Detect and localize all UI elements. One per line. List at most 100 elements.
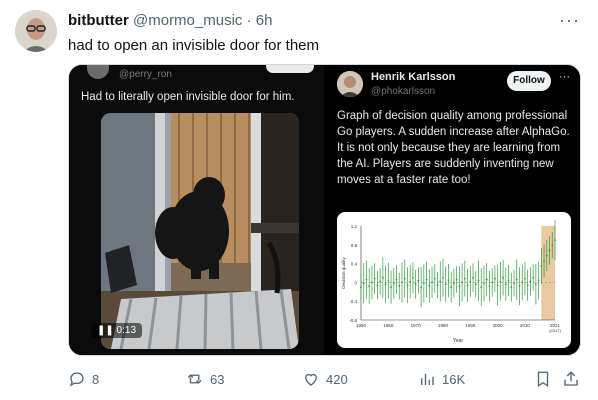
data-point [507,279,510,282]
data-point [414,283,417,286]
quoted-tweet-left[interactable]: @perry_ron Had to literally open invisib… [69,65,324,355]
highlight-band [541,226,555,320]
reply-icon [69,372,84,387]
follow-button[interactable]: Follow [507,71,551,91]
data-point [384,283,387,286]
more-icon[interactable]: ··· [559,10,580,31]
data-point [515,278,518,281]
data-point [466,284,469,287]
data-point [417,279,420,282]
video-player[interactable] [101,113,299,349]
bookmark-button[interactable] [534,370,552,388]
data-point [455,278,458,281]
tweet-header: bitbutter @mormo_music · 6h [68,12,272,29]
y-tick-label: -0.4 [349,299,357,304]
quoted-handle: @perry_ron [119,69,172,80]
data-point [463,277,466,280]
reply-button[interactable]: 8 [68,370,99,388]
author-handle[interactable]: @mormo_music [133,12,242,29]
data-point [398,285,401,288]
y-tick-label: 0.4 [351,262,358,267]
data-point [543,259,545,262]
data-point [521,281,524,284]
data-point [368,285,371,288]
views-button[interactable]: 16K [418,370,465,388]
separator: · [246,12,252,29]
data-point [453,282,455,285]
data-point [420,286,423,288]
data-point [436,284,439,287]
quoted-text: Graph of decision quality among professi… [337,110,570,186]
data-point [474,283,477,286]
data-point [362,282,365,285]
quoted-avatar [87,65,109,79]
data-point [483,282,485,285]
avatar[interactable] [15,10,57,52]
data-point [529,280,532,283]
more-icon[interactable]: ··· [559,71,570,83]
quoted-author-name[interactable]: Henrik Karlsson [371,71,455,83]
chart-image[interactable]: 1.2 0.8 0.4 0 -0.4 -0.8 1950 1960 1970 1980 1990 20… [337,212,571,348]
bookmark-icon [537,371,549,388]
data-point [428,285,431,288]
data-point [401,281,403,284]
data-point [412,276,414,279]
data-point [526,284,529,287]
decision-quality-chart: 1.20.80.40-0.4-0.81950 1960 1970 1980 1990 20… [341,219,561,344]
data-point [548,249,551,252]
data-point [491,281,494,284]
quoted-tweet-right[interactable]: Henrik Karlsson @phokarlsson Follow ··· … [327,65,580,355]
data-point [387,279,390,282]
repost-icon [187,374,202,384]
data-point [502,276,504,279]
like-button[interactable]: 420 [302,370,348,388]
quoted-author-handle[interactable]: @phokarlsson [371,86,435,97]
data-point [381,276,384,279]
x-tick-label: 1960 [383,323,394,328]
data-point [433,277,436,280]
data-point [395,278,398,281]
media-card[interactable]: @perry_ron Had to literally open invisib… [68,64,581,356]
views-icon [421,373,434,385]
data-point [469,280,472,283]
data-point [409,280,412,283]
x-tick-label: 1990 [465,323,476,328]
x-tick-label: 1950 [356,323,367,328]
data-point [499,280,502,283]
data-point [480,286,483,288]
data-point [431,281,433,284]
data-point [403,277,406,280]
tweet-text: had to open an invisible door for them [68,37,319,54]
data-point [444,283,447,286]
data-point [488,285,491,288]
view-count: 16K [442,371,466,387]
x-tick-label: 1970 [411,323,422,328]
share-button[interactable] [562,370,580,388]
video-timestamp[interactable]: ❚❚ 0:13 [91,323,143,338]
quoted-caption: Had to literally open invisible door for… [81,91,295,103]
data-point [439,280,442,283]
data-point [477,279,480,282]
data-point [554,239,556,241]
data-point [390,286,392,288]
data-point [447,279,450,282]
y-tick-label: 1.2 [351,224,358,229]
data-point [379,280,382,283]
author-name[interactable]: bitbutter [68,12,129,29]
data-point [373,277,376,280]
x-tick-extra: (2017) [549,328,561,333]
quoted-avatar[interactable] [337,71,363,97]
timestamp[interactable]: 6h [256,12,273,29]
y-tick-label: 0.8 [351,243,358,248]
data-point [534,283,537,286]
like-count: 420 [326,371,348,387]
video-time: 0:13 [116,325,137,336]
data-point [545,254,548,257]
repost-button[interactable]: 63 [186,370,224,388]
data-point [450,286,453,288]
data-point [504,283,507,286]
data-point [532,276,535,279]
x-tick-label: 2000 [493,323,504,328]
reply-count: 8 [92,371,100,387]
pause-icon[interactable]: ❚❚ [97,325,114,336]
